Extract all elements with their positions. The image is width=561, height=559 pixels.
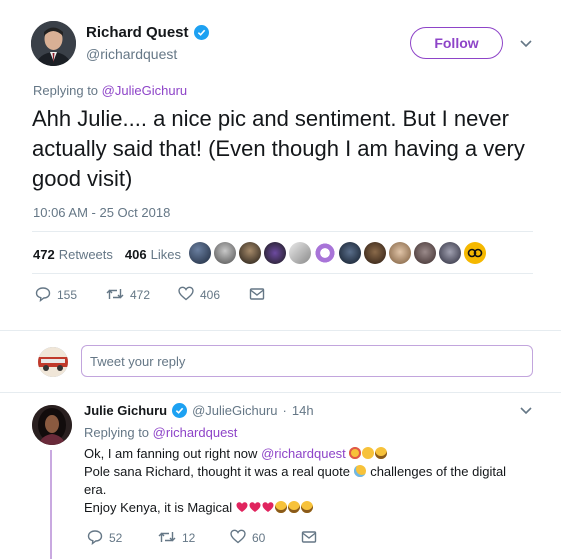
reply-action[interactable]: 52 [87,528,122,548]
main-tweet: Richard Quest @richardquest Follow Reply… [0,0,561,330]
like-count: 60 [252,531,266,545]
reply-line-text: challenges of the digital [370,464,507,479]
liker-avatars [189,242,486,266]
like-action[interactable]: 60 [230,528,265,548]
tweet-text: Ahh Julie.... a nice pic and sentiment. … [32,106,525,191]
liker-avatar[interactable] [364,242,386,264]
replying-to-handle-link[interactable]: @JulieGichuru [102,83,187,98]
retweet-count: 12 [182,531,196,545]
heart-icon [230,529,246,547]
replying-to-prefix: Replying to [33,83,99,98]
verified-badge-icon [193,25,209,40]
liker-avatar[interactable] [314,242,336,264]
liker-avatar[interactable] [439,242,461,264]
reply-author-handle[interactable]: @JulieGichuru [192,403,277,418]
likes-count: 406 [124,246,147,262]
grinning-face-emoji-icon [300,501,313,513]
reply-time[interactable]: 14h [292,403,314,418]
chevron-down-icon[interactable] [519,404,533,418]
reply-line: Pole sana Richard, thought it was a real… [84,463,534,481]
reply-count: 155 [57,288,78,302]
separator-dot: · [282,403,287,418]
heart-icon [178,286,194,304]
replying-to-handle-link[interactable]: @richardquest [153,425,238,440]
liker-avatar[interactable] [189,242,211,264]
author-name[interactable]: Richard Quest [86,24,209,41]
author-avatar[interactable] [31,21,76,66]
liker-avatar[interactable] [214,242,236,264]
reply-line-text: Ok, I am fanning out right now [84,446,258,461]
likes-label: Likes [150,246,181,262]
verified-badge-icon [172,403,188,418]
tweet-timestamp[interactable]: 10:06 AM - 25 Oct 2018 [33,205,170,220]
reply-header: Julie Gichuru @JulieGichuru · 14h [84,403,314,418]
reply-action[interactable]: 155 [35,283,77,307]
reply-line: Enjoy Kenya, it is Magical [84,499,534,517]
tweet-reply-input[interactable] [81,345,533,377]
hugging-face-emoji-icon [362,447,375,459]
liker-avatar[interactable] [464,242,486,264]
grinning-face-emoji-icon [274,501,287,513]
direct-message-action[interactable] [301,528,317,548]
retweets-count: 472 [33,246,55,262]
liker-avatar[interactable] [339,242,361,264]
reply-replying-to: Replying to @richardquest [84,425,237,440]
retweets-stat[interactable]: 472 Retweets [33,247,113,262]
red-heart-emoji-icon [262,502,274,512]
reply-line-text: Enjoy Kenya, it is Magical [84,500,233,515]
liker-avatar[interactable] [239,242,261,264]
divider [32,231,533,232]
replying-to-prefix: Replying to [84,425,150,440]
divider [32,273,533,274]
retweet-icon [158,530,176,547]
like-action[interactable]: 406 [178,283,220,307]
direct-message-action[interactable] [249,283,265,307]
grinning-face-emoji-icon [287,501,300,513]
reply-count: 52 [109,531,123,545]
retweet-icon [106,287,124,304]
red-heart-emoji-icon [249,502,261,512]
thread-line [50,450,52,559]
liker-avatar[interactable] [414,242,436,264]
reply-text: Ok, I am fanning out right now @richardq… [84,445,534,517]
reply-line-text: Pole sana Richard, thought it was a real… [84,464,350,479]
author-name-text[interactable]: Richard Quest [86,24,189,41]
retweet-action[interactable]: 12 [158,528,195,548]
envelope-icon [249,287,265,304]
reply-author-name[interactable]: Julie Gichuru [84,403,167,418]
sweat-smile-emoji-icon [353,465,366,477]
like-count: 406 [200,288,221,302]
author-handle[interactable]: @richardquest [86,46,177,62]
reply-author-avatar[interactable] [32,405,72,445]
retweet-action[interactable]: 472 [106,283,150,307]
red-heart-emoji-icon [236,502,248,512]
chevron-down-icon[interactable] [519,37,533,51]
liker-avatar[interactable] [289,242,311,264]
likes-stat[interactable]: 406 Likes [125,247,181,262]
reply-icon [35,286,51,305]
replying-to: Replying to @JulieGichuru [33,83,187,98]
reply-line: Ok, I am fanning out right now @richardq… [84,445,534,463]
current-user-avatar[interactable] [38,347,68,377]
flushed-face-emoji-icon [349,447,362,459]
mention-link[interactable]: @richardquest [261,446,346,461]
reply-icon [87,529,103,548]
tweet-stats: 472 Retweets 406 Likes [33,241,193,267]
follow-button[interactable]: Follow [410,27,503,59]
reply-line: era. [84,482,107,497]
laughing-face-emoji-icon [375,447,388,459]
liker-avatar[interactable] [264,242,286,264]
retweet-count: 472 [130,288,151,302]
retweets-label: Retweets [58,246,113,262]
envelope-icon [301,530,317,547]
liker-avatar[interactable] [389,242,411,264]
